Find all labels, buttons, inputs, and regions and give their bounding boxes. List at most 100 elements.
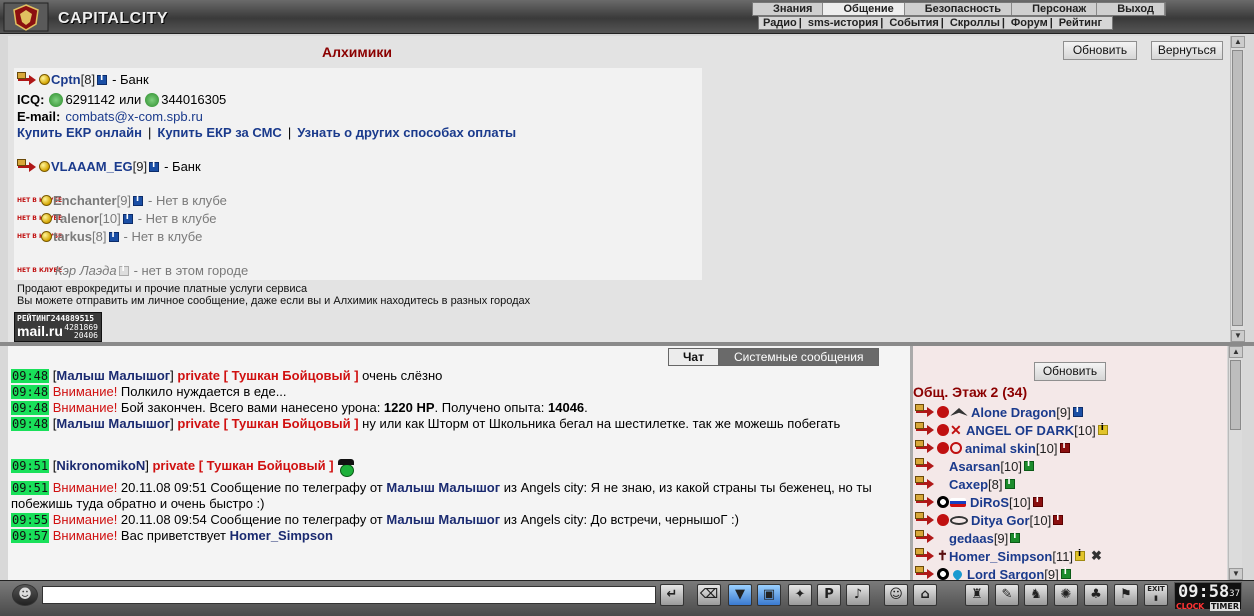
alchemist-nick[interactable]: Talenor xyxy=(53,211,99,226)
sender-nick[interactable]: Малыш Малышог xyxy=(386,480,500,495)
save-log-icon[interactable]: ▣ xyxy=(757,584,781,606)
other-payment-link[interactable]: Узнать о других способах оплаты xyxy=(297,125,516,140)
skills-icon[interactable]: ✎ xyxy=(995,584,1019,606)
menu-2[interactable]: Безопасность xyxy=(905,3,1013,15)
sound-icon[interactable]: ♪ xyxy=(846,584,870,606)
head-icon[interactable]: ☻ xyxy=(12,584,38,606)
private-message-icon[interactable] xyxy=(17,158,37,173)
info-icon[interactable] xyxy=(1004,477,1015,489)
users-refresh-button[interactable]: Обновить xyxy=(1034,362,1106,381)
users-scrollbar[interactable]: ▲ ▼ xyxy=(1228,346,1243,580)
alchemist-nick[interactable]: Enchanter xyxy=(53,193,117,208)
info-icon[interactable] xyxy=(1060,567,1071,579)
private-message-icon[interactable] xyxy=(915,422,935,436)
submenu-4[interactable]: Форум xyxy=(1007,17,1048,29)
private-message-icon[interactable] xyxy=(915,404,935,418)
map-icon[interactable]: ✺ xyxy=(1054,584,1078,606)
user-nick[interactable]: Asarsan xyxy=(949,459,1000,474)
menu-3[interactable]: Персонаж xyxy=(1012,3,1098,15)
info-icon[interactable] xyxy=(1024,459,1034,471)
private-marker[interactable]: private [ Тушкан Бойцовый ] xyxy=(152,458,333,473)
tab-system-messages[interactable]: Системные сообщения xyxy=(718,348,879,366)
inventory-icon[interactable]: ♜ xyxy=(965,584,989,606)
alchemist-nick[interactable]: VLAAAM_EG xyxy=(51,159,133,174)
location-icon[interactable]: ⌂ xyxy=(913,584,937,606)
filter-icon[interactable]: ▼ xyxy=(728,584,752,606)
private-message-icon[interactable] xyxy=(915,512,935,526)
sender-nick[interactable]: Малыш Малышог xyxy=(56,368,170,383)
user-nick[interactable]: gedaas xyxy=(949,531,994,546)
mailru-rating-counter[interactable]: РЕЙТИНГ244889515 mail.ru 4281869 20406 xyxy=(14,312,102,342)
info-icon[interactable] xyxy=(1053,513,1064,525)
message-time[interactable]: 09:48 xyxy=(11,417,50,431)
info-icon[interactable] xyxy=(1032,495,1043,507)
email-link[interactable]: combats@x-com.spb.ru xyxy=(65,109,202,124)
private-message-icon[interactable] xyxy=(915,440,935,454)
private-message-icon[interactable] xyxy=(915,494,935,508)
buy-ekr-online-link[interactable]: Купить ЕКР онлайн xyxy=(17,125,142,140)
info-icon[interactable] xyxy=(118,264,129,276)
scroll-thumb[interactable] xyxy=(1230,360,1241,430)
upper-scrollbar[interactable]: ▲ ▼ xyxy=(1230,36,1245,342)
sender-nick[interactable]: Малыш Малышог xyxy=(56,416,170,431)
info-icon[interactable] xyxy=(1075,549,1086,561)
sender-nick[interactable]: Малыш Малышог xyxy=(386,512,500,527)
user-nick[interactable]: Alone Dragon xyxy=(971,405,1056,420)
chat-input[interactable] xyxy=(42,586,656,604)
refresh-button[interactable]: Обновить xyxy=(1063,41,1137,60)
scroll-up-icon[interactable]: ▲ xyxy=(1231,36,1245,48)
message-time[interactable]: 09:51 xyxy=(11,481,50,495)
private-message-icon[interactable] xyxy=(915,458,935,472)
user-nick[interactable]: Homer_Simpson xyxy=(949,549,1052,564)
friends-icon[interactable]: ♣ xyxy=(1084,584,1108,606)
flag-icon[interactable]: ⚑ xyxy=(1114,584,1138,606)
private-message-icon[interactable] xyxy=(915,476,935,490)
user-nick[interactable]: Ditya Gor xyxy=(971,513,1030,528)
user-nick[interactable]: DiRoS xyxy=(970,495,1009,510)
menu-4[interactable]: Выход xyxy=(1097,3,1165,15)
message-time[interactable]: 09:51 xyxy=(11,459,50,473)
info-icon[interactable] xyxy=(122,212,133,224)
submenu-1[interactable]: sms-история xyxy=(804,17,878,29)
user-nick[interactable]: ANGEL OF DARK xyxy=(966,423,1074,438)
tab-chat[interactable]: Чат xyxy=(668,348,719,366)
scroll-thumb[interactable] xyxy=(1232,50,1243,326)
info-icon[interactable] xyxy=(1010,531,1021,543)
back-button[interactable]: Вернуться xyxy=(1151,41,1223,60)
private-message-icon[interactable] xyxy=(915,548,935,562)
buy-ekr-sms-link[interactable]: Купить ЕКР за СМС xyxy=(157,125,281,140)
alchemist-nick[interactable]: Cptn xyxy=(51,72,81,87)
alchemist-nick[interactable]: Кэр Лаэда xyxy=(55,263,117,278)
private-message-icon[interactable] xyxy=(915,530,935,544)
send-icon[interactable]: ↵ xyxy=(660,584,684,606)
submenu-2[interactable]: События xyxy=(885,17,938,29)
private-message-icon[interactable] xyxy=(17,71,37,86)
info-icon[interactable] xyxy=(1059,441,1070,453)
scroll-up-icon[interactable]: ▲ xyxy=(1229,346,1243,358)
submenu-3[interactable]: Скроллы xyxy=(946,17,1000,29)
message-time[interactable]: 09:55 xyxy=(11,513,50,527)
info-icon[interactable] xyxy=(1072,405,1083,417)
info-icon[interactable] xyxy=(97,73,108,85)
alchemist-nick[interactable]: tarkus xyxy=(53,229,92,244)
private-message-icon[interactable] xyxy=(915,566,935,580)
info-icon[interactable] xyxy=(149,160,160,172)
scroll-down-icon[interactable]: ▼ xyxy=(1229,568,1243,580)
timer-label[interactable]: TIMER xyxy=(1209,602,1240,611)
message-time[interactable]: 09:48 xyxy=(11,369,50,383)
private-marker[interactable]: private [ Тушкан Бойцовый ] xyxy=(177,416,358,431)
info-icon[interactable] xyxy=(108,230,119,242)
sender-nick[interactable]: NikronomikoN xyxy=(56,458,145,473)
eraser-icon[interactable]: ⌫ xyxy=(697,584,721,606)
message-time[interactable]: 09:48 xyxy=(11,401,50,415)
user-nick[interactable]: animal skin xyxy=(965,441,1036,456)
clock-label[interactable]: CLOCK xyxy=(1176,602,1204,611)
submenu-0[interactable]: Радио xyxy=(759,17,797,29)
message-time[interactable]: 09:48 xyxy=(11,385,50,399)
message-time[interactable]: 09:57 xyxy=(11,529,50,543)
user-nick[interactable]: Lord Sargon xyxy=(967,567,1044,581)
smiley-icon[interactable]: ☺ xyxy=(884,584,908,606)
translit-icon[interactable]: Р xyxy=(817,584,841,606)
info-icon[interactable] xyxy=(1097,423,1108,435)
walk-icon[interactable]: ✦ xyxy=(788,584,812,606)
